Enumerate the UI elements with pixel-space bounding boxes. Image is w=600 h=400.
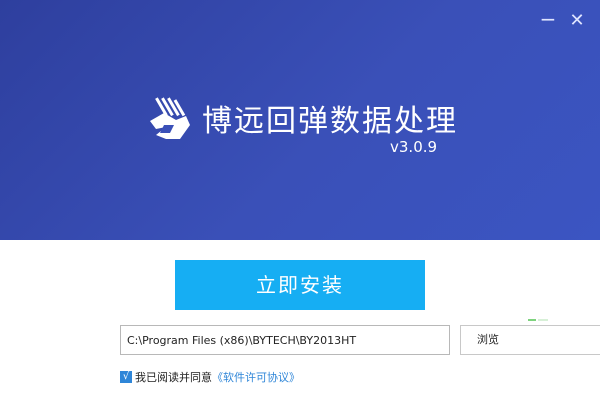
license-agreement-link[interactable]: 《软件许可协议》 xyxy=(212,369,300,385)
byte-logo-icon xyxy=(150,97,190,139)
installer-window: − ✕ 博远回弹数据处理 v3.0.9 立即安装 浏览 √ 我已阅读并同意 《软… xyxy=(0,0,600,400)
minimize-icon[interactable]: − xyxy=(537,9,559,32)
app-title: 博远回弹数据处理 xyxy=(202,104,458,139)
close-icon[interactable]: ✕ xyxy=(566,10,588,32)
install-path-input[interactable] xyxy=(120,325,450,355)
decorative-mark-icon xyxy=(528,319,548,321)
header-banner: − ✕ 博远回弹数据处理 v3.0.9 xyxy=(0,0,600,240)
app-version: v3.0.9 xyxy=(390,138,438,156)
install-now-button[interactable]: 立即安装 xyxy=(175,260,425,310)
agree-checkbox[interactable]: √ xyxy=(120,371,132,383)
agreement-text: 我已阅读并同意 xyxy=(135,371,212,384)
agreement-row: √ 我已阅读并同意 《软件许可协议》 xyxy=(120,368,300,386)
browse-button[interactable]: 浏览 xyxy=(460,325,600,355)
